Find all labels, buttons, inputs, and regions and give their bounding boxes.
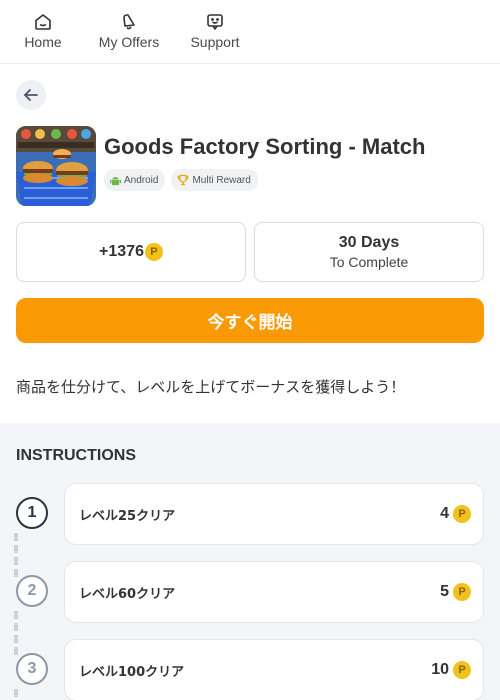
top-nav: Home My Offers Support [0,0,500,64]
step-reward-value: 5 [440,583,449,600]
tag-multi-reward-label: Multi Reward [192,174,251,186]
instruction-step: 3 レベル100クリア 10 P [16,639,484,700]
tag-multi-reward: Multi Reward [171,169,258,191]
step-number: 2 [16,575,48,607]
step-reward: 5 P [440,583,471,601]
bell-icon [123,14,135,30]
instruction-step: 2 レベル60クリア 5 P [16,561,484,623]
step-label: レベル25クリア [79,508,176,524]
step-number: 3 [16,653,48,685]
step-reward: 4 P [440,505,471,523]
arrow-left-icon [24,89,38,101]
step-label: レベル100クリア [79,664,185,680]
duration-label: To Complete [329,254,409,270]
coin-icon: P [453,583,471,601]
step-card[interactable]: レベル60クリア 5 P [64,561,484,623]
app-info: Goods Factory Sorting - Match Android Mu… [104,126,425,191]
start-now-button[interactable]: 今すぐ開始 [16,298,484,343]
nav-home-label: Home [24,34,62,50]
android-icon [110,176,121,185]
nav-my-offers-label: My Offers [98,34,160,50]
nav-support-label: Support [190,34,240,50]
reward-box: +1376 P [16,222,246,282]
step-card[interactable]: レベル100クリア 10 P [64,639,484,700]
nav-home[interactable]: Home [0,0,86,63]
app-title: Goods Factory Sorting - Match [104,134,426,159]
coin-icon: P [144,243,163,261]
tag-android-label: Android [124,174,159,186]
back-button[interactable] [16,80,46,110]
home-icon [35,14,51,30]
step-card[interactable]: レベル25クリア 4 P [64,483,484,545]
nav-my-offers[interactable]: My Offers [86,0,172,63]
duration-days: 30 Days [338,234,400,251]
tag-list: Android Multi Reward [104,169,425,191]
offer-description: 商品を仕分けて、レベルを上げてボーナスを獲得しよう！ [16,378,406,396]
step-reward: 10 P [431,661,471,679]
total-reward-value: +1376 [99,243,144,260]
tag-android: Android [104,169,166,191]
nav-support[interactable]: Support [172,0,258,63]
stat-row: +1376 P 30 Days To Complete [16,222,484,282]
instructions-section: INSTRUCTIONS 1 レベル25クリア 4 P 2 レベル60クリア 5… [0,423,500,700]
coin-icon: P [453,661,471,679]
trophy-icon [178,174,189,186]
coin-icon: P [453,505,471,523]
step-number: 1 [16,497,48,529]
instruction-step: 1 レベル25クリア 4 P [16,483,484,545]
total-reward: +1376 P [99,243,163,261]
step-reward-value: 4 [440,505,449,522]
step-label: レベル60クリア [79,586,176,602]
instructions-title: INSTRUCTIONS [16,447,136,464]
step-reward-value: 10 [431,661,449,678]
app-icon [16,126,96,206]
duration-box: 30 Days To Complete [254,222,484,282]
offer-header: Goods Factory Sorting - Match Android Mu… [0,64,500,423]
chat-icon [207,14,223,30]
app-row: Goods Factory Sorting - Match Android Mu… [16,126,425,206]
